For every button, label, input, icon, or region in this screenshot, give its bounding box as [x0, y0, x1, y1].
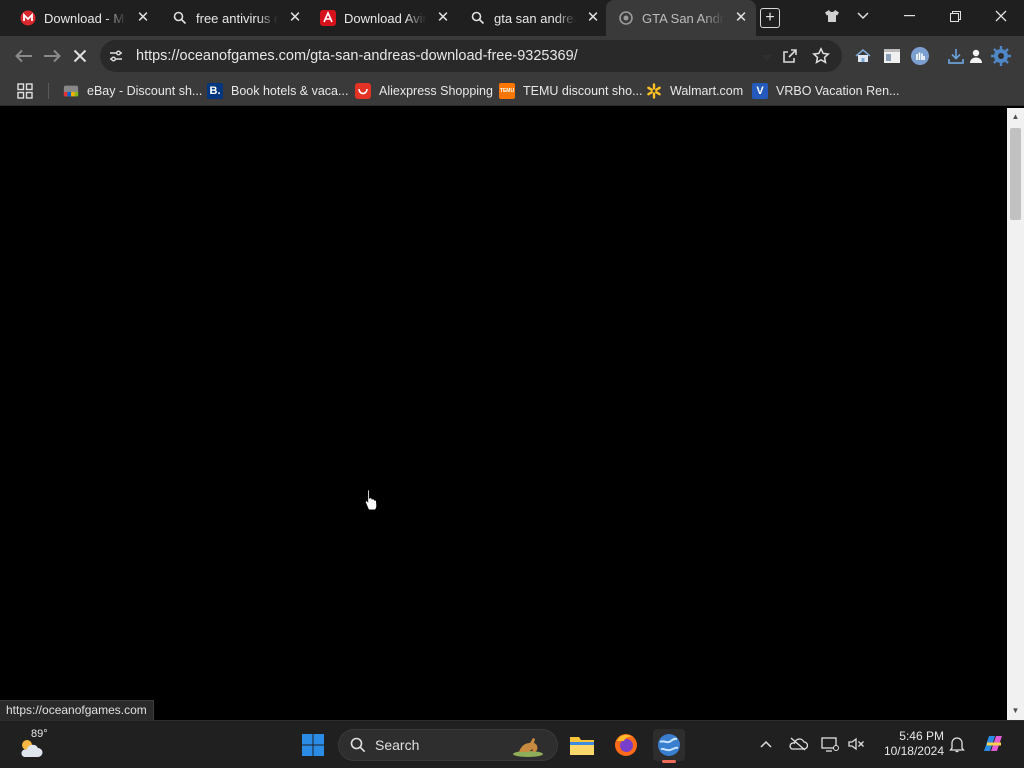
search-icon — [172, 10, 188, 26]
bookmark-temu[interactable]: TEMU TEMU discount sho... — [499, 76, 643, 106]
apps-grid-icon — [17, 83, 33, 99]
search-label: Search — [375, 737, 420, 753]
home-icon[interactable] — [851, 44, 875, 68]
bookmark-label: eBay - Discount sh... — [87, 84, 203, 98]
bookmark-label: Book hotels & vaca... — [231, 84, 349, 98]
tab-title: GTA San Andreas Download — [642, 10, 724, 26]
mega-icon — [20, 10, 36, 26]
clock-time: 5:46 PM — [899, 729, 944, 743]
restore-button[interactable] — [932, 0, 978, 32]
bookmark-label: Walmart.com — [670, 84, 744, 98]
aliexpress-icon — [355, 83, 371, 99]
close-tab-icon[interactable]: ✕ — [586, 10, 600, 25]
tab-search-chevron-icon[interactable] — [846, 0, 880, 32]
share-icon[interactable] — [778, 44, 802, 68]
system-clock[interactable]: 5:46 PM 10/18/2024 — [872, 729, 944, 759]
back-button[interactable] — [12, 44, 36, 68]
close-tab-icon[interactable]: ✕ — [136, 10, 150, 25]
site-info-icon[interactable] — [108, 48, 124, 64]
stop-loading-button[interactable] — [68, 44, 92, 68]
avira-icon — [320, 10, 336, 26]
bookmark-star-icon[interactable] — [809, 44, 833, 68]
tab-free-antivirus[interactable]: free antivirus options ✕ — [152, 0, 310, 36]
clock-date: 10/18/2024 — [883, 744, 944, 758]
bookmark-label: TEMU discount sho... — [523, 84, 643, 98]
apps-grid-button[interactable] — [17, 76, 41, 106]
url-text[interactable]: https://oceanofgames.com/gta-san-andreas… — [136, 40, 578, 72]
search-highlight-kangaroo-icon — [513, 738, 543, 757]
walmart-icon — [646, 83, 662, 99]
tab-title: Download Avira Free — [344, 10, 426, 26]
taskbar-search-box[interactable]: Search — [338, 729, 558, 761]
reader-mode-icon[interactable] — [880, 44, 904, 68]
loading-spinner-icon — [618, 10, 634, 26]
windows-logo-icon — [302, 734, 324, 756]
scrollbar-thumb[interactable] — [1010, 128, 1021, 220]
tab-title: gta san andreas download — [494, 10, 576, 26]
tab-avira[interactable]: Download Avira Free ✕ — [300, 0, 458, 36]
close-tab-icon[interactable]: ✕ — [734, 10, 748, 25]
vrbo-icon: V — [752, 83, 768, 99]
hand-cursor-icon — [364, 488, 378, 512]
weather-widget[interactable]: 89° — [16, 727, 56, 763]
file-explorer-icon[interactable] — [566, 729, 598, 761]
close-tab-icon[interactable]: ✕ — [436, 10, 450, 25]
bookmark-label: VRBO Vacation Ren... — [776, 84, 900, 98]
bookmarks-bar: eBay - Discount sh... B. Book hotels & v… — [0, 76, 1024, 106]
bookmark-walmart[interactable]: Walmart.com — [646, 76, 743, 106]
minimize-button[interactable] — [886, 0, 932, 32]
active-app-indicator — [662, 760, 676, 763]
tab-title: Download - MEGA — [44, 10, 126, 26]
status-bar-link: https://oceanofgames.com — [0, 700, 154, 720]
new-tab-button[interactable]: + — [760, 8, 780, 28]
tab-title: free antivirus options — [196, 10, 278, 26]
search-icon — [470, 10, 486, 26]
temu-icon: TEMU — [499, 83, 515, 99]
stop-hand-extension-icon[interactable] — [908, 44, 932, 68]
page-content[interactable] — [0, 108, 1007, 720]
ebay-icon — [63, 83, 79, 99]
tab-gta-search[interactable]: gta san andreas download ✕ — [450, 0, 608, 36]
profile-icon[interactable] — [964, 44, 988, 68]
weather-temperature: 89° — [31, 728, 48, 740]
bookmark-ebay[interactable]: eBay - Discount sh... — [63, 76, 202, 106]
booking-icon: B. — [207, 83, 223, 99]
search-icon — [350, 737, 366, 753]
bookmark-label: Aliexpress Shopping — [379, 84, 493, 98]
vertical-scrollbar[interactable]: ▲ ▼ — [1007, 108, 1024, 720]
bookmark-aliexpress[interactable]: Aliexpress Shopping — [355, 76, 493, 106]
onedrive-off-icon[interactable] — [787, 733, 809, 755]
network-display-icon[interactable] — [819, 733, 841, 755]
dropdown-icon[interactable] — [762, 48, 776, 62]
screen: Download - MEGA ✕ free antivirus options… — [0, 0, 1024, 768]
volume-muted-icon[interactable] — [845, 733, 867, 755]
scroll-down-arrow-icon[interactable]: ▼ — [1011, 706, 1020, 715]
notification-bell-icon[interactable] — [946, 733, 968, 755]
bookmark-vrbo[interactable]: V VRBO Vacation Ren... — [752, 76, 899, 106]
taskbar: 89° Search 5:46 PM 10/18/2024 — [0, 720, 1024, 768]
settings-gear-icon[interactable] — [989, 44, 1013, 68]
bookmark-booking[interactable]: B. Book hotels & vaca... — [207, 76, 348, 106]
close-window-button[interactable] — [978, 0, 1024, 32]
browser-app-icon[interactable] — [653, 729, 685, 763]
tab-gta-download-active[interactable]: GTA San Andreas Download ✕ — [606, 0, 756, 36]
firefox-icon[interactable] — [610, 729, 642, 761]
show-hidden-icons-chevron-icon[interactable] — [755, 733, 777, 755]
scroll-up-arrow-icon[interactable]: ▲ — [1011, 112, 1020, 121]
copilot-icon[interactable] — [980, 733, 1006, 755]
start-button[interactable] — [297, 729, 329, 761]
address-bar[interactable]: https://oceanofgames.com/gta-san-andreas… — [100, 40, 842, 72]
forward-button[interactable] — [40, 44, 64, 68]
bookmarks-divider — [48, 83, 49, 99]
tab-strip: Download - MEGA ✕ free antivirus options… — [0, 0, 1024, 36]
tab-mega[interactable]: Download - MEGA ✕ — [0, 0, 158, 36]
browser-toolbar: https://oceanofgames.com/gta-san-andreas… — [0, 36, 1024, 76]
